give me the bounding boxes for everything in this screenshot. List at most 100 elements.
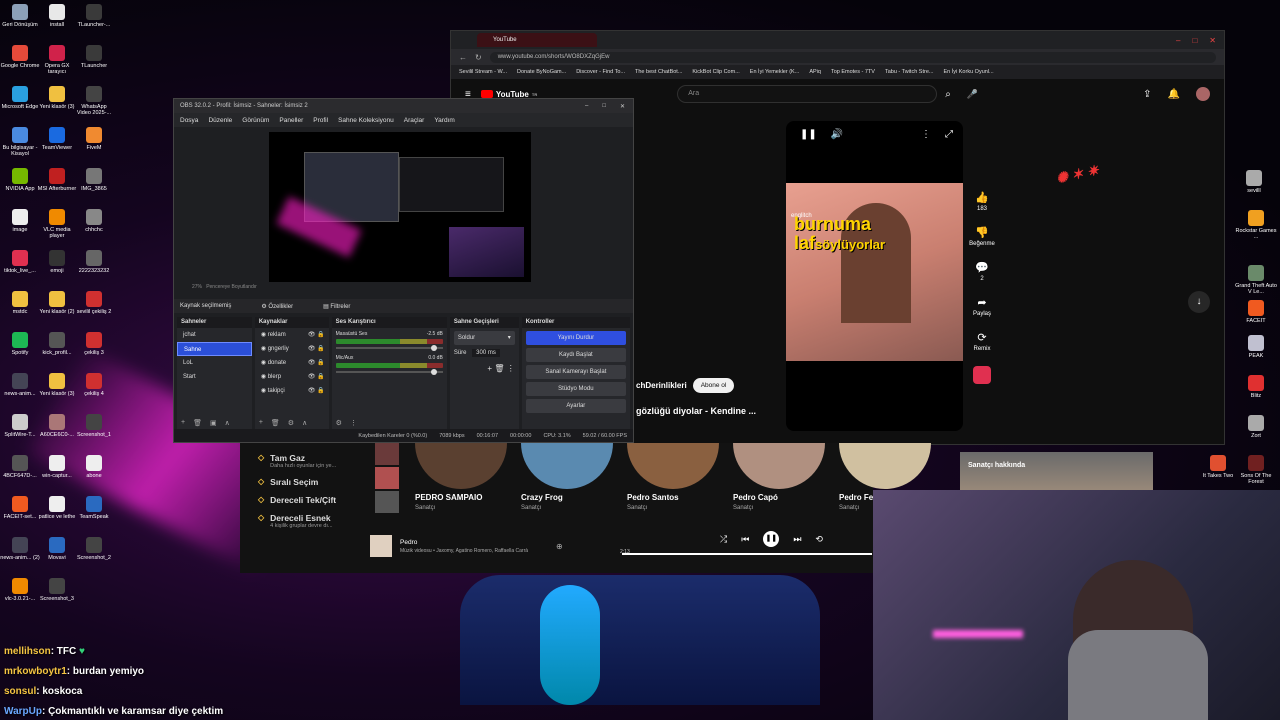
queue-thumb[interactable] bbox=[375, 467, 399, 489]
desktop-icon[interactable]: TLauncher bbox=[74, 45, 114, 69]
desktop-icon[interactable]: VLC media player bbox=[37, 209, 77, 239]
artist-card[interactable]: Pedro Capó Sanatçı bbox=[733, 443, 825, 511]
desktop-icon[interactable]: Screenshot_1 bbox=[74, 414, 114, 438]
volume-slider[interactable] bbox=[335, 369, 443, 375]
microphone-icon[interactable]: 🎤 bbox=[967, 89, 978, 100]
notifications-icon[interactable]: 🔔 bbox=[1168, 89, 1180, 100]
add-icon[interactable]: + bbox=[259, 419, 263, 427]
desktop-icon[interactable]: Microsoft Edge bbox=[0, 86, 40, 110]
pause-icon[interactable]: ❚❚ bbox=[800, 129, 817, 140]
like-button[interactable]: 👍 183 bbox=[967, 191, 997, 212]
bookmark-item[interactable]: The best ChatBot... bbox=[635, 69, 682, 75]
desktop-icon[interactable]: SplitWire-T... bbox=[0, 414, 40, 438]
source-item[interactable]: ◉ donate 👁 🔒 bbox=[255, 356, 329, 370]
bookmark-item[interactable]: Tabu - Twitch Stre... bbox=[885, 69, 934, 75]
desktop-icon[interactable]: FACEIT bbox=[1234, 300, 1278, 324]
bookmark-item[interactable]: Discover - Find To... bbox=[576, 69, 625, 75]
menu-item[interactable]: Yardım bbox=[434, 117, 454, 124]
desktop-icon[interactable]: Yeni klasör (3) bbox=[37, 373, 77, 397]
avatar[interactable] bbox=[1196, 87, 1210, 101]
track-title[interactable]: Pedro bbox=[400, 539, 417, 546]
desktop-icon[interactable]: FiveM bbox=[74, 127, 114, 151]
menu-item[interactable]: Dosya bbox=[180, 117, 198, 124]
repeat-icon[interactable]: ⟲ bbox=[815, 534, 823, 545]
remove-icon[interactable]: 🗑 bbox=[271, 419, 280, 427]
bookmark-item[interactable]: En İyi Korku Oyunl... bbox=[943, 69, 993, 75]
pause-icon[interactable]: ❚❚ bbox=[763, 531, 780, 547]
menu-item[interactable]: Araçlar bbox=[404, 117, 425, 124]
more-options-icon[interactable]: ⋮ bbox=[921, 129, 931, 140]
desktop-icon[interactable]: mstdc bbox=[0, 291, 40, 315]
obs-preview[interactable] bbox=[269, 132, 531, 282]
desktop-icon[interactable]: Screenshot_3 bbox=[37, 578, 77, 602]
close-icon[interactable]: ✕ bbox=[1209, 36, 1216, 45]
duration-input[interactable]: 300 ms bbox=[472, 349, 500, 357]
desktop-icon[interactable]: emoji bbox=[37, 250, 77, 274]
minimize-icon[interactable]: – bbox=[1176, 36, 1180, 45]
gear-icon[interactable]: ⚙ bbox=[288, 419, 294, 427]
zoom-level[interactable]: 27% bbox=[192, 284, 202, 290]
move-up-icon[interactable]: ∧ bbox=[302, 419, 307, 427]
desktop-icon[interactable]: news-anim... bbox=[0, 373, 40, 397]
desktop-icon[interactable]: IMG_3865 bbox=[74, 168, 114, 192]
zoom-mode[interactable]: Pencereye Boyutlandır bbox=[206, 284, 257, 290]
desktop-icon[interactable]: win-captur... bbox=[37, 455, 77, 479]
source-item[interactable]: ◉ gngerliy 👁 🔒 bbox=[255, 342, 329, 356]
desktop-icon[interactable]: PEAK bbox=[1234, 335, 1278, 359]
source-item[interactable]: ◉ takipçi 👁 🔒 bbox=[255, 384, 329, 398]
visibility-lock-icons[interactable]: 👁 🔒 bbox=[308, 370, 329, 384]
filters-button[interactable]: ▤ Filtreler bbox=[323, 303, 350, 310]
artist-card[interactable]: PEDRO SAMPAIO Sanatçı bbox=[415, 443, 507, 511]
add-icon[interactable]: + bbox=[487, 364, 492, 373]
scene-item[interactable]: jchat bbox=[177, 328, 252, 342]
bookmark-item[interactable]: Top Emotes - 7TV bbox=[831, 69, 875, 75]
bookmark-item[interactable]: Sevilil Stream - W... bbox=[459, 69, 507, 75]
desktop-icon[interactable]: Grand Theft Auto V Le... bbox=[1234, 265, 1278, 295]
menu-item[interactable]: Profil bbox=[313, 117, 328, 124]
reload-icon[interactable]: ↻ bbox=[475, 53, 482, 62]
scene-item[interactable]: Start bbox=[177, 370, 252, 384]
control-button[interactable]: Yayını Durdur bbox=[525, 331, 626, 345]
visibility-lock-icons[interactable]: 👁 🔒 bbox=[308, 384, 329, 398]
desktop-icon[interactable]: Zort bbox=[1234, 415, 1278, 439]
add-icon[interactable]: + bbox=[181, 419, 185, 427]
desktop-icon[interactable]: A60CE6C0-... bbox=[37, 414, 77, 438]
desktop-icon[interactable]: çekiliş 4 bbox=[74, 373, 114, 397]
menu-item[interactable]: Paneller bbox=[279, 117, 303, 124]
desktop-icon[interactable]: Yeni klasör (2) bbox=[37, 291, 77, 315]
shorts-player[interactable]: ❚❚ 🔊 ⋮ ⤢ englitch burnuma lafsöylüyorlar bbox=[786, 121, 963, 431]
bookmark-item[interactable]: APiq bbox=[809, 69, 821, 75]
desktop-icon[interactable]: Sons Of The Forest bbox=[1234, 455, 1278, 485]
upload-icon[interactable]: ⇪ bbox=[1143, 89, 1151, 100]
desktop-icon[interactable]: Bu bilgisayar - Kisayol bbox=[0, 127, 40, 157]
desktop-icon[interactable]: NVIDIA App bbox=[0, 168, 40, 192]
remix-button[interactable]: ⟳ Remix bbox=[967, 331, 997, 352]
desktop-icon[interactable]: Spotify bbox=[0, 332, 40, 356]
channel-name[interactable]: chDerinlikleri bbox=[636, 381, 687, 390]
desktop-icon[interactable]: 2222323232 bbox=[74, 250, 114, 274]
previous-icon[interactable]: ⏮ bbox=[741, 534, 749, 545]
browser-tab-youtube[interactable]: YouTube bbox=[477, 33, 597, 47]
desktop-icon[interactable]: abone bbox=[74, 455, 114, 479]
maximize-icon[interactable]: □ bbox=[1192, 36, 1197, 45]
progress-bar[interactable] bbox=[622, 553, 872, 555]
control-button[interactable]: Ayarlar bbox=[525, 399, 626, 413]
desktop-icon[interactable]: Yeni klasör (3) bbox=[37, 86, 77, 110]
desktop-icon[interactable]: install bbox=[37, 4, 77, 28]
desktop-icon[interactable]: Google Chrome bbox=[0, 45, 40, 69]
desktop-icon[interactable]: Movavi bbox=[37, 537, 77, 561]
fullscreen-icon[interactable]: ⤢ bbox=[945, 129, 953, 140]
dislike-button[interactable]: 👎 Beğenme bbox=[967, 226, 997, 247]
move-up-icon[interactable]: ∧ bbox=[225, 419, 230, 427]
desktop-icon[interactable]: FACEIT-set... bbox=[0, 496, 40, 520]
desktop-icon[interactable]: Opera GX tarayıcı bbox=[37, 45, 77, 75]
desktop-icon[interactable]: tiktok_live_... bbox=[0, 250, 40, 274]
maximize-icon[interactable]: □ bbox=[602, 103, 606, 110]
desktop-icon[interactable]: Rockstar Games ... bbox=[1234, 210, 1278, 240]
minimize-icon[interactable]: – bbox=[585, 103, 588, 110]
control-button[interactable]: Kaydı Başlat bbox=[525, 348, 626, 362]
back-icon[interactable]: ← bbox=[459, 53, 467, 62]
desktop-icon[interactable]: sevilll bbox=[1232, 170, 1276, 194]
visibility-lock-icons[interactable]: 👁 🔒 bbox=[308, 356, 329, 370]
desktop-icon[interactable]: TLauncher-... bbox=[74, 4, 114, 28]
